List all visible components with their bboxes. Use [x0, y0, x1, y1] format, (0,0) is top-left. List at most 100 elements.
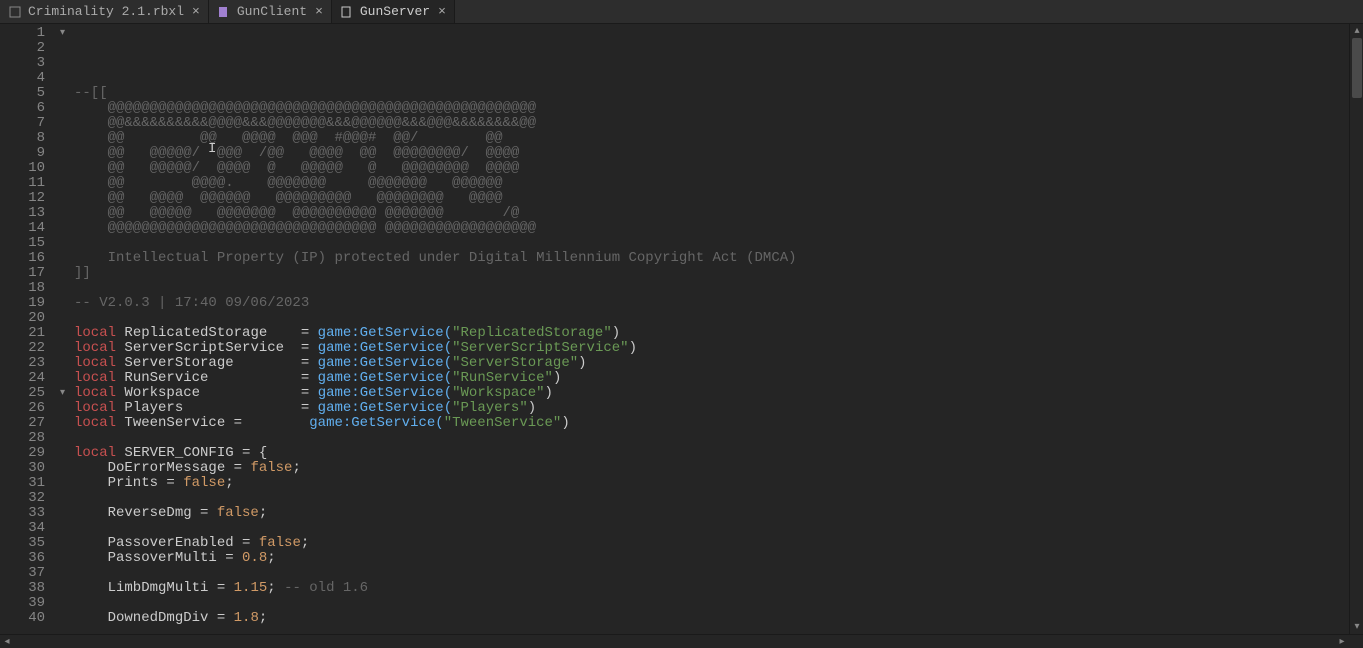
tab-gunserver[interactable]: GunServer ×	[332, 0, 455, 23]
fold-marker	[55, 281, 70, 296]
code-line: local ReplicatedStorage = game:GetServic…	[74, 326, 1363, 341]
line-number: 17	[0, 266, 55, 281]
scroll-up-arrow-icon[interactable]: ▴	[1350, 24, 1363, 38]
line-number: 9	[0, 146, 55, 161]
code-line	[74, 281, 1363, 296]
code-line: @@ @@@@. @@@@@@@ @@@@@@@ @@@@@@	[74, 176, 1363, 191]
line-number: 19	[0, 296, 55, 311]
tab-criminality[interactable]: Criminality 2.1.rbxl ×	[0, 0, 209, 23]
line-number: 4	[0, 71, 55, 86]
fold-marker	[55, 221, 70, 236]
fold-marker	[55, 116, 70, 131]
code-line: DoErrorMessage = false;	[74, 461, 1363, 476]
code-line: local Players = game:GetService("Players…	[74, 401, 1363, 416]
line-number: 3	[0, 56, 55, 71]
line-number: 7	[0, 116, 55, 131]
line-number: 30	[0, 461, 55, 476]
code-line: @@@@@@@@@@@@@@@@@@@@@@@@@@@@@@@@ @@@@@@@…	[74, 221, 1363, 236]
line-number: 38	[0, 581, 55, 596]
line-number: 29	[0, 446, 55, 461]
code-line: Intellectual Property (IP) protected und…	[74, 251, 1363, 266]
line-number: 35	[0, 536, 55, 551]
fold-marker	[55, 56, 70, 71]
line-number: 33	[0, 506, 55, 521]
fold-marker	[55, 596, 70, 611]
fold-marker	[55, 161, 70, 176]
fold-marker	[55, 206, 70, 221]
code-line	[74, 596, 1363, 611]
line-number: 2	[0, 41, 55, 56]
line-number: 39	[0, 596, 55, 611]
code-line: local Workspace = game:GetService("Works…	[74, 386, 1363, 401]
line-number: 36	[0, 551, 55, 566]
fold-marker	[55, 356, 70, 371]
fold-marker	[55, 41, 70, 56]
line-number: 1	[0, 26, 55, 41]
tab-label: GunClient	[237, 4, 307, 19]
code-line: @@ @@@@@/ @@@ /@@ @@@@ @@ @@@@@@@@/ @@@@	[74, 146, 1363, 161]
code-line: @@ @@@@@/ @@@@ @ @@@@@ @ @@@@@@@@ @@@@	[74, 161, 1363, 176]
fold-marker	[55, 101, 70, 116]
fold-marker	[55, 566, 70, 581]
code-line: --[[	[74, 86, 1363, 101]
line-number: 13	[0, 206, 55, 221]
code-line	[74, 491, 1363, 506]
line-number: 28	[0, 431, 55, 446]
fold-marker	[55, 491, 70, 506]
line-number: 18	[0, 281, 55, 296]
fold-marker	[55, 581, 70, 596]
line-number: 20	[0, 311, 55, 326]
line-number: 10	[0, 161, 55, 176]
fold-marker	[55, 236, 70, 251]
code-line: @@@@@@@@@@@@@@@@@@@@@@@@@@@@@@@@@@@@@@@@…	[74, 101, 1363, 116]
code-line	[74, 311, 1363, 326]
code-line: local SERVER_CONFIG = {	[74, 446, 1363, 461]
fold-marker	[55, 266, 70, 281]
fold-marker	[55, 611, 70, 626]
fold-marker[interactable]: ▾	[55, 26, 70, 41]
code-line	[74, 521, 1363, 536]
line-number: 21	[0, 326, 55, 341]
fold-marker	[55, 521, 70, 536]
close-icon[interactable]: ×	[192, 4, 200, 19]
line-number: 37	[0, 566, 55, 581]
line-number: 22	[0, 341, 55, 356]
code-line: @@ @@@@@ @@@@@@@ @@@@@@@@@@ @@@@@@@ /@	[74, 206, 1363, 221]
code-line: -- V2.0.3 | 17:40 09/06/2023	[74, 296, 1363, 311]
line-number: 34	[0, 521, 55, 536]
editor[interactable]: 1234567891011121314151617181920212223242…	[0, 24, 1363, 634]
code-line	[74, 236, 1363, 251]
fold-marker	[55, 191, 70, 206]
line-number: 27	[0, 416, 55, 431]
scroll-left-arrow-icon[interactable]: ◂	[0, 635, 14, 648]
horizontal-scrollbar[interactable]: ◂ ▸	[0, 634, 1363, 648]
scrollbar-thumb[interactable]	[1352, 38, 1362, 98]
script-icon	[340, 5, 354, 19]
scroll-right-arrow-icon[interactable]: ▸	[1335, 635, 1349, 648]
line-number: 12	[0, 191, 55, 206]
code-line: @@ @@ @@@@ @@@ #@@@# @@/ @@	[74, 131, 1363, 146]
script-icon	[217, 5, 231, 19]
close-icon[interactable]: ×	[315, 4, 323, 19]
text-cursor-icon: I	[208, 142, 216, 157]
close-icon[interactable]: ×	[438, 4, 446, 19]
fold-marker	[55, 461, 70, 476]
code-line	[74, 431, 1363, 446]
tab-gunclient[interactable]: GunClient ×	[209, 0, 332, 23]
line-number: 40	[0, 611, 55, 626]
fold-marker	[55, 311, 70, 326]
line-number: 16	[0, 251, 55, 266]
line-number: 23	[0, 356, 55, 371]
code-area[interactable]: I --[[ @@@@@@@@@@@@@@@@@@@@@@@@@@@@@@@@@…	[70, 24, 1363, 634]
code-line: PassoverMulti = 0.8;	[74, 551, 1363, 566]
fold-marker	[55, 131, 70, 146]
line-number-gutter: 1234567891011121314151617181920212223242…	[0, 24, 55, 634]
fold-marker	[55, 401, 70, 416]
code-line: local TweenService = game:GetService("Tw…	[74, 416, 1363, 431]
fold-marker[interactable]: ▾	[55, 386, 70, 401]
scroll-down-arrow-icon[interactable]: ▾	[1350, 620, 1363, 634]
vertical-scrollbar[interactable]: ▴ ▾	[1349, 24, 1363, 634]
fold-marker	[55, 416, 70, 431]
line-number: 15	[0, 236, 55, 251]
file-icon	[8, 5, 22, 19]
